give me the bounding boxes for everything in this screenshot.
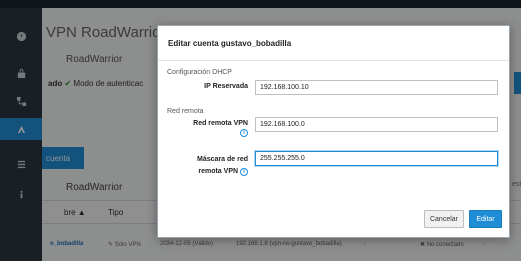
remote-net-input[interactable] — [255, 117, 498, 132]
dialog-title: Editar cuenta gustavo_bobadilla — [158, 26, 509, 61]
mask-label-line2: remota VPN — [198, 168, 239, 175]
ip-reserved-label: IP Reservada — [204, 83, 248, 90]
ip-reserved-input[interactable] — [255, 80, 498, 95]
mask-input[interactable] — [255, 151, 498, 166]
remote-section-title: Red remota — [167, 108, 204, 115]
mask-label-line1: Máscara de red — [197, 156, 248, 163]
edit-account-dialog: Editar cuenta gustavo_bobadilla Configur… — [157, 25, 510, 238]
mask-label: Máscara de red remota VPN i — [168, 154, 248, 178]
info-icon-mask[interactable]: i — [240, 168, 248, 176]
info-icon[interactable]: i — [240, 129, 248, 137]
remote-net-label: Red remota VPN i — [168, 120, 248, 137]
edit-button[interactable]: Editar — [469, 210, 502, 228]
dhcp-section-title: Configuración DHCP — [167, 69, 232, 76]
cancel-button[interactable]: Cancelar — [424, 210, 464, 228]
remote-net-label-text: Red remota VPN — [193, 120, 248, 127]
